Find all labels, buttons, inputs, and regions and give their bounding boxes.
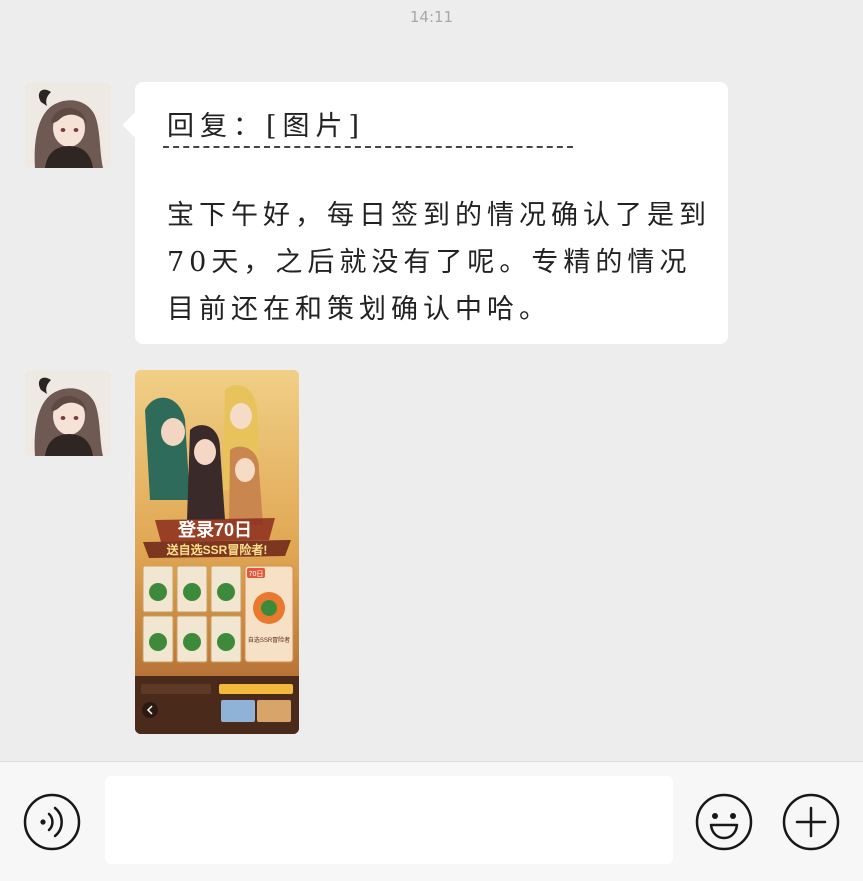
- avatar-illustration: [25, 370, 111, 456]
- day-badge: 70日: [249, 570, 264, 578]
- text-message-bubble[interactable]: 回复：[图片] ------------------- 宝下午好，每日签到的情况…: [135, 82, 728, 344]
- avatar-illustration: [25, 82, 111, 168]
- quote-divider: -------------------: [163, 146, 573, 148]
- banner-subtitle: 送自选SSR冒险者!: [166, 542, 268, 557]
- game-event-screenshot: 登录70日 送自选SSR冒险者! 70日 自选SSR冒险者: [135, 370, 299, 734]
- voice-icon[interactable]: [22, 792, 82, 852]
- message-text: 宝下午好，每日签到的情况确认了是到70天，之后就没有了呢。专精的情况目前还在和策…: [167, 200, 711, 325]
- plus-icon[interactable]: [781, 792, 841, 852]
- image-message[interactable]: 登录70日 送自选SSR冒险者! 70日 自选SSR冒险者: [135, 370, 299, 734]
- message-timestamp: 14:11: [409, 8, 454, 26]
- message-composer: [0, 761, 863, 881]
- banner-title: 登录70日: [177, 519, 252, 540]
- message-input[interactable]: [105, 776, 673, 864]
- reward-label: 自选SSR冒险者: [248, 636, 290, 644]
- emoji-icon[interactable]: [694, 792, 754, 852]
- quote-reply-label: 回复：[图片]: [167, 111, 366, 142]
- sender-avatar[interactable]: [25, 82, 111, 168]
- sender-avatar[interactable]: [25, 370, 111, 456]
